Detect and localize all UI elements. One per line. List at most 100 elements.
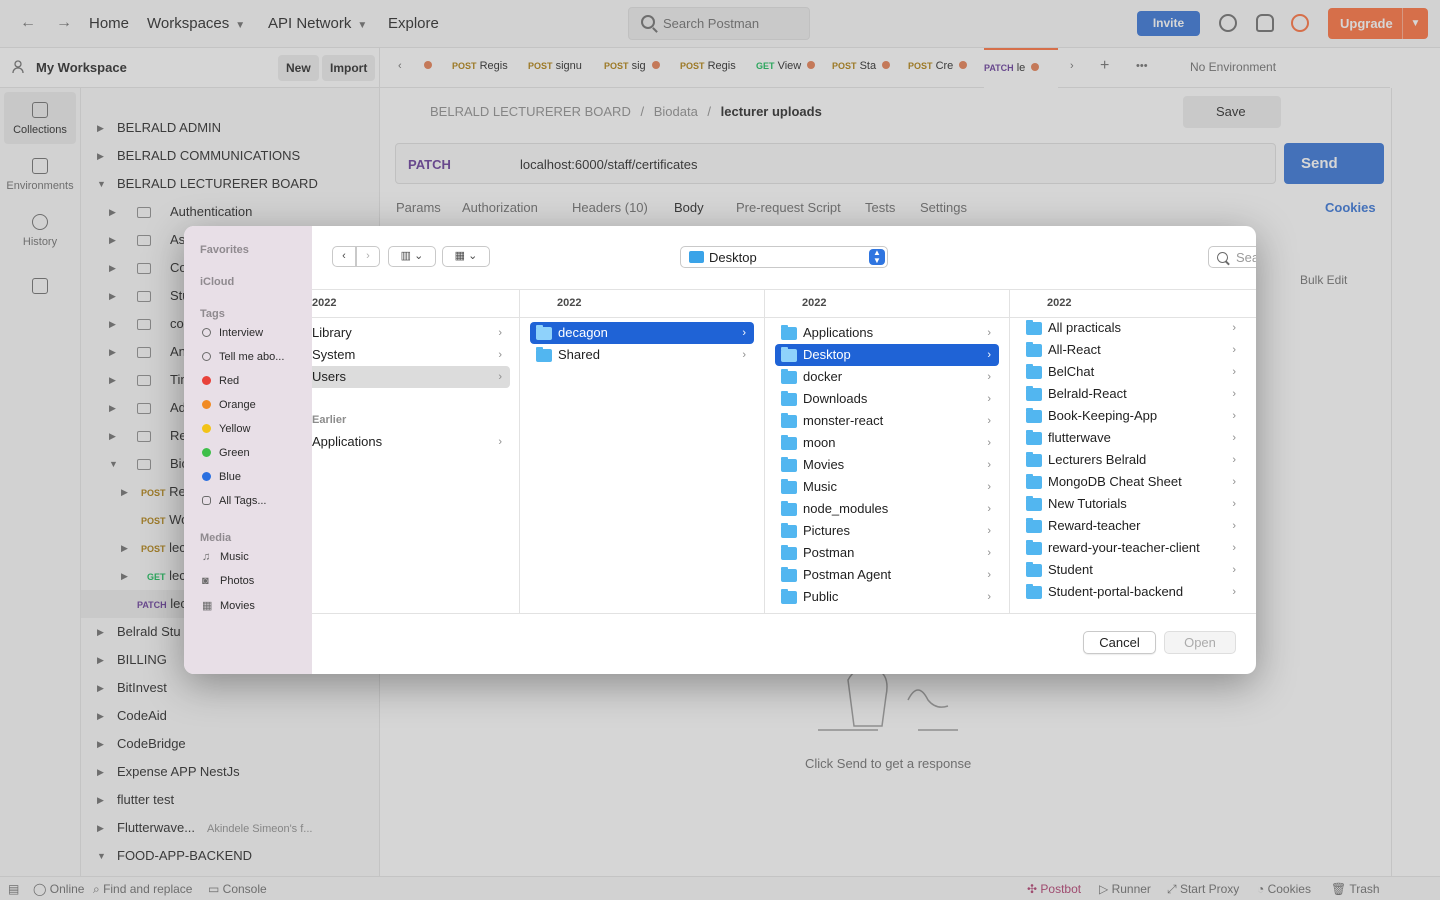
folder-icon [781,589,797,604]
open-button[interactable]: Open [1164,631,1236,654]
file-item[interactable]: Movies › [775,454,999,476]
file-item[interactable]: flutterwave › [1020,427,1244,449]
browser-column: 2022 All practicals › All-React › BelChat › Be… [1010,290,1256,613]
folder-icon [1026,562,1042,577]
folder-icon [781,457,797,472]
file-label: Book-Keeping-App [1048,408,1158,423]
file-item[interactable]: All practicals › [1020,317,1244,339]
media-music[interactable]: ♫ Music [202,551,249,563]
chevron-right-icon: › [1232,366,1236,378]
stepper-icon: ▲ ▼ [869,249,885,265]
tag-yellow[interactable]: Yellow [202,423,250,435]
folder-icon [781,413,797,428]
tag-all-tags[interactable]: All Tags... [202,495,267,507]
film-icon: ▦ [202,600,213,612]
folder-icon [1026,408,1042,423]
file-item[interactable]: Users › [312,366,510,388]
location-label: Desktop [709,250,757,265]
file-label: Applications [803,325,874,340]
tag-orange[interactable]: Orange [202,399,256,411]
chevron-right-icon: › [742,349,746,361]
file-label: moon [803,435,836,450]
view-columns-icon[interactable]: ▥ ⌄ [388,246,436,267]
folder-icon [781,545,797,560]
group-grid-icon[interactable]: ▦ ⌄ [442,246,490,267]
chevron-right-icon: › [987,437,991,449]
file-item-selected[interactable]: decagon › [530,322,754,344]
file-item[interactable]: Reward-teacher › [1020,515,1244,537]
file-item[interactable]: All-React › [1020,339,1244,361]
tag-red[interactable]: Red [202,375,239,387]
file-item[interactable]: MongoDB Cheat Sheet › [1020,471,1244,493]
location-popup[interactable]: Desktop ▲ ▼ [680,246,888,268]
chevron-right-icon: › [498,371,502,383]
file-item[interactable]: Pictures › [775,520,999,542]
chevron-right-icon: › [987,481,991,493]
file-label: Lecturers Belrald [1048,452,1147,467]
file-item[interactable]: docker › [775,366,999,388]
file-item[interactable]: Applications › [312,431,510,453]
file-item[interactable]: Lecturers Belrald › [1020,449,1244,471]
file-item[interactable]: Student-portal-backend › [1020,581,1244,603]
tag-blue[interactable]: Blue [202,471,241,483]
file-item[interactable]: Downloads › [775,388,999,410]
file-item[interactable]: monster-react › [775,410,999,432]
cancel-button[interactable]: Cancel [1083,631,1156,654]
file-item[interactable]: System › [312,344,510,366]
file-item[interactable]: moon › [775,432,999,454]
media-label: Music [220,551,249,563]
forward-icon[interactable]: › [356,246,380,267]
file-label: monster-react [803,413,884,428]
tag-label: Yellow [219,423,251,435]
folder-icon [781,347,797,362]
file-item[interactable]: node_modules › [775,498,999,520]
file-item[interactable]: BelChat › [1020,361,1244,383]
tag-label: Green [219,447,250,459]
file-item[interactable]: Belrald-React › [1020,383,1244,405]
chevron-right-icon: › [987,525,991,537]
media-movies[interactable]: ▦ Movies [202,599,255,612]
file-item[interactable]: reward-your-teacher-client › [1020,537,1244,559]
file-label: Downloads [803,391,868,406]
file-item[interactable]: Postman › [775,542,999,564]
file-item[interactable]: New Tutorials › [1020,493,1244,515]
file-label: MongoDB Cheat Sheet [1048,474,1182,489]
chevron-right-icon: › [987,503,991,515]
file-item[interactable]: Applications › [775,322,999,344]
tag-interview[interactable]: Interview [202,327,263,339]
file-item[interactable]: Public › [775,586,999,608]
file-label: Postman [803,545,855,560]
file-item[interactable]: Book-Keeping-App › [1020,405,1244,427]
file-label: flutterwave [1048,430,1111,445]
chevron-right-icon: › [987,371,991,383]
green-dot-icon [202,448,211,457]
column-header: 2022 [520,290,764,318]
tags-icon [202,496,211,505]
file-label: System [312,347,356,362]
file-item-selected[interactable]: Desktop › [775,344,999,366]
file-item[interactable]: Music › [775,476,999,498]
chevron-right-icon: › [1232,476,1236,488]
tag-green[interactable]: Green [202,447,250,459]
folder-icon [781,391,797,406]
folder-icon [1026,452,1042,467]
folder-icon [1026,474,1042,489]
dialog-sidebar: Favorites iCloud Tags Interview Tell me … [184,226,312,674]
file-item[interactable]: Postman Agent › [775,564,999,586]
back-icon[interactable]: ‹ [332,246,356,267]
tag-dot-icon [202,352,211,361]
chevron-right-icon: › [987,415,991,427]
tag-tell-me-about[interactable]: Tell me abo... [202,351,284,363]
chevron-right-icon: › [987,327,991,339]
file-item[interactable]: Student › [1020,559,1244,581]
dialog-search-input[interactable]: Search [1208,246,1256,268]
home-folder-icon [536,325,552,340]
folder-icon [781,369,797,384]
folder-icon [536,347,552,362]
folder-icon [1026,430,1042,445]
file-item[interactable]: Shared › [530,344,754,366]
file-item[interactable]: Library › [312,322,510,344]
media-photos[interactable]: ◙ Photos [202,575,254,587]
folder-icon [1026,496,1042,511]
chevron-right-icon: › [987,393,991,405]
